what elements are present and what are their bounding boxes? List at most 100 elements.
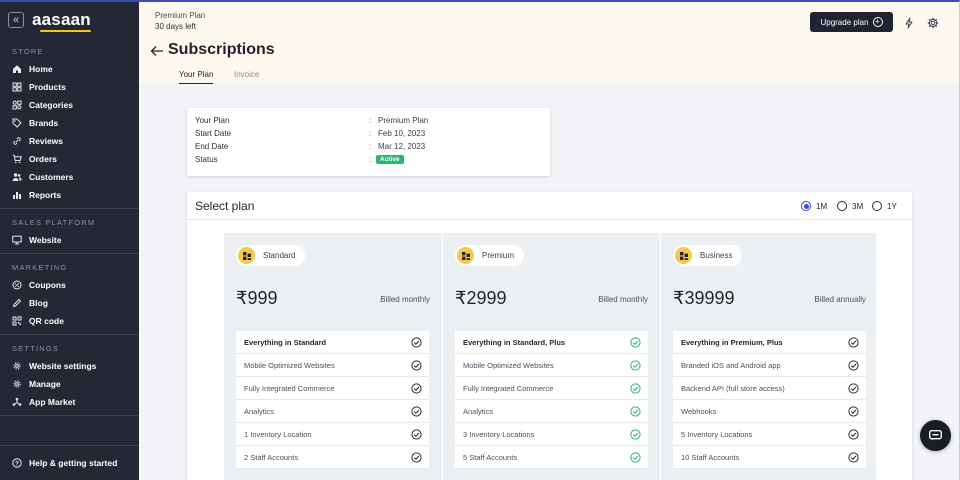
sidebar-item-app-market[interactable]: App Market [0, 393, 139, 411]
tab-invoice[interactable]: Invoice [234, 70, 259, 84]
summary-row-end: End Date : Mar 12, 2023 [195, 142, 535, 154]
sidebar-item-blog[interactable]: Blog [0, 294, 139, 312]
plan-name-pill: Standard [236, 245, 306, 266]
sidebar-item-label: Brands [29, 118, 59, 128]
check-circle-icon [411, 451, 422, 463]
plan-card-business[interactable]: Business ₹39999 Billed annually Everything … [660, 233, 876, 480]
sidebar-item-website-settings[interactable]: Website settings [0, 357, 139, 375]
plan-feature-row: Mobile Optimized Websites [455, 354, 648, 377]
sidebar-item-categories[interactable]: Categories [0, 96, 139, 114]
qr-icon [12, 316, 22, 326]
brand-logo[interactable]: aasaan [32, 11, 91, 32]
nav-section-title: MARKETING [12, 263, 68, 272]
plan-feature-label: 5 Staff Accounts [463, 452, 518, 462]
sidebar-item-website[interactable]: Website [0, 231, 139, 249]
upgrade-plan-button[interactable]: Upgrade plan + [810, 12, 893, 32]
check-circle-icon [630, 382, 641, 394]
sidebar-item-reports[interactable]: Reports [0, 186, 139, 204]
check-circle-icon [411, 336, 422, 348]
radio-1m[interactable] [801, 201, 811, 211]
gear-icon[interactable] [927, 16, 939, 29]
help-label: Help & getting started [29, 458, 118, 468]
check-circle-icon [848, 359, 859, 371]
period-label-1m: 1M [816, 201, 828, 211]
plan-feature-row: 1 Inventory Location [236, 423, 429, 446]
nav-section: STORE Home Products Categories Brands Reviews… [0, 38, 139, 209]
sidebar-item-customers[interactable]: Customers [0, 168, 139, 186]
plan-feature-row: 3 Inventory Locations [455, 423, 648, 446]
summary-colon: : [369, 155, 372, 164]
sidebar-item-label: App Market [29, 397, 76, 407]
plan-card-premium[interactable]: Premium ₹2999 Billed monthly Everything in … [442, 233, 658, 480]
help-link[interactable]: ? Help & getting started [0, 454, 139, 472]
select-plan-header: Select plan 1M 3M 1Y [187, 192, 912, 220]
plan-name: Premium [482, 251, 515, 260]
plan-feature-label: Mobile Optimized Websites [244, 360, 335, 370]
plan-feature-row: Fully Integrated Commerce [455, 377, 648, 400]
period-option-1y[interactable]: 1Y [872, 201, 897, 211]
check-circle-icon [630, 451, 641, 463]
plan-feature-label: 5 Inventory Locations [681, 429, 753, 439]
lightning-icon[interactable] [903, 16, 915, 29]
check-circle-icon [848, 451, 859, 463]
sidebar-item-label: Manage [29, 379, 61, 389]
nav-section-title: SETTINGS [12, 344, 60, 353]
period-option-3m[interactable]: 3M [837, 201, 863, 211]
sidebar-item-coupons[interactable]: Coupons [0, 276, 139, 294]
check-circle-icon [848, 336, 859, 348]
sidebar-item-orders[interactable]: Orders [0, 150, 139, 168]
sidebar-item-label: Orders [29, 154, 57, 164]
sidebar-item-manage[interactable]: Manage [0, 375, 139, 393]
plan-name-pill: Business [673, 245, 743, 266]
sidebar-item-label: Products [29, 82, 66, 92]
plan-feature-row: 10 Staff Accounts [673, 446, 866, 469]
status-badge: Active [376, 155, 404, 164]
plan-feature-label: Everything in Standard, Plus [463, 337, 566, 347]
summary-label: End Date [195, 142, 229, 151]
check-circle-icon [411, 359, 422, 371]
sidebar-item-label: Coupons [29, 280, 66, 290]
plan-billing: Billed monthly [598, 295, 648, 304]
plan-blocks-icon [675, 247, 692, 264]
sidebar-nav: STORE Home Products Categories Brands Reviews… [0, 38, 139, 416]
plan-feature-label: Fully Integrated Commerce [244, 383, 335, 393]
plan-feature-list: Everything in Standard, Plus Mobile Optim… [455, 331, 648, 469]
summary-value: Premium Plan [378, 116, 429, 125]
sidebar-item-label: Customers [29, 172, 74, 182]
app-market-icon [12, 397, 22, 407]
plan-feature-row: 2 Staff Accounts [236, 446, 429, 469]
sidebar-item-label: Website settings [29, 361, 97, 371]
sidebar-item-reviews[interactable]: Reviews [0, 132, 139, 150]
sidebar-item-label: QR code [29, 316, 64, 326]
plan-feature-row: 5 Staff Accounts [455, 446, 648, 469]
plan-feature-label: 1 Inventory Location [244, 429, 312, 439]
back-arrow-icon[interactable] [150, 44, 164, 56]
tab-your-plan[interactable]: Your Plan [179, 70, 214, 84]
plan-feature-list: Everything in Premium, Plus Branded iOS a… [673, 331, 866, 469]
sidebar-item-products[interactable]: Products [0, 78, 139, 96]
sidebar-item-brands[interactable]: Brands [0, 114, 139, 132]
plan-card-standard[interactable]: Standard ₹999 Billed monthly Everything in … [224, 233, 440, 480]
plan-blocks-icon [457, 247, 474, 264]
current-plan-name: Premium Plan [155, 11, 206, 20]
sidebar-item-qr-code[interactable]: QR code [0, 312, 139, 330]
sidebar-item-home[interactable]: Home [0, 60, 139, 78]
collapse-sidebar-button[interactable]: « [8, 12, 24, 28]
plan-feature-label: Everything in Standard [244, 337, 327, 347]
check-circle-icon [848, 405, 859, 417]
plan-feature-row: Everything in Standard [236, 331, 429, 354]
radio-3m[interactable] [837, 201, 847, 211]
grid-icon [12, 82, 22, 92]
summary-label: Start Date [195, 129, 232, 138]
plan-billing: Billed annually [814, 295, 866, 304]
chat-button[interactable] [920, 420, 951, 451]
help-icon: ? [12, 458, 22, 468]
summary-colon: : [369, 142, 372, 151]
period-option-1m[interactable]: 1M [801, 201, 827, 211]
nav-section-title: SALES PLATFORM [12, 218, 96, 227]
nav-section: MARKETING Coupons Blog QR code [0, 254, 139, 335]
categories-icon [12, 100, 22, 110]
sidebar-item-label: Home [29, 64, 53, 74]
plan-feature-label: 2 Staff Accounts [244, 452, 299, 462]
radio-1y[interactable] [872, 201, 882, 211]
